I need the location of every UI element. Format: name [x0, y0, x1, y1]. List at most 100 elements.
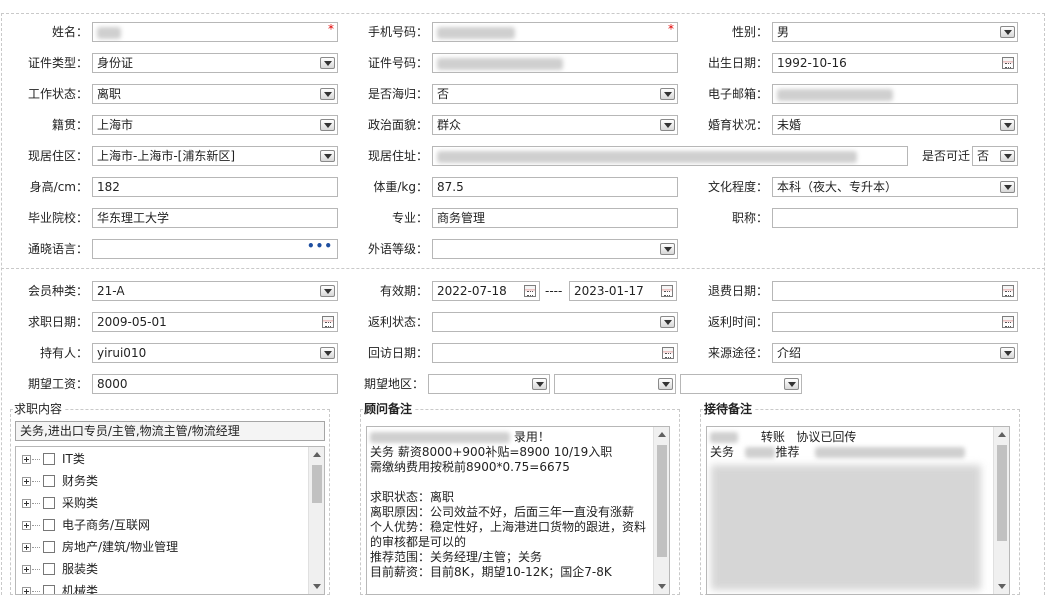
- chevron-down-icon[interactable]: [1000, 347, 1015, 359]
- valid-period-label: 有效期：: [379, 284, 428, 298]
- relocate-select[interactable]: 否: [972, 146, 1018, 166]
- native-place-select[interactable]: 上海市: [92, 115, 338, 135]
- chevron-down-icon[interactable]: [320, 57, 335, 69]
- chevron-down-icon[interactable]: [660, 316, 675, 328]
- checkbox[interactable]: [43, 475, 55, 487]
- email-input[interactable]: [772, 84, 1018, 104]
- id-type-select[interactable]: 身份证: [92, 53, 338, 73]
- checkbox[interactable]: [43, 563, 55, 575]
- scroll-up-icon[interactable]: [658, 432, 666, 437]
- work-status-select[interactable]: 离职: [92, 84, 338, 104]
- scroll-down-icon[interactable]: [658, 584, 666, 589]
- scroll-down-icon[interactable]: [313, 584, 321, 589]
- language-input[interactable]: •••: [92, 239, 338, 259]
- more-options-icon[interactable]: •••: [307, 240, 333, 255]
- weight-input[interactable]: 87.5: [432, 177, 678, 197]
- work-status-label: 工作状态：: [27, 87, 88, 101]
- checkbox[interactable]: [43, 453, 55, 465]
- chevron-down-icon[interactable]: [660, 243, 675, 255]
- chevron-down-icon[interactable]: [532, 378, 547, 390]
- calendar-icon[interactable]: [524, 285, 536, 297]
- member-type-select[interactable]: 21-A: [92, 281, 338, 301]
- id-number-input[interactable]: [432, 53, 678, 73]
- checkbox[interactable]: [43, 541, 55, 553]
- region-province-select[interactable]: [428, 374, 550, 394]
- valid-to-input[interactable]: 2023-01-17: [569, 281, 677, 301]
- chevron-down-icon[interactable]: [658, 378, 673, 390]
- visit-date-input[interactable]: [432, 343, 678, 363]
- name-input[interactable]: *: [92, 22, 338, 42]
- reception-scrollbar[interactable]: [993, 427, 1009, 594]
- expand-icon[interactable]: [22, 477, 31, 486]
- chevron-down-icon[interactable]: [1000, 119, 1015, 131]
- gender-select[interactable]: 男: [772, 22, 1018, 42]
- region-city-select[interactable]: [554, 374, 676, 394]
- rebate-time-input[interactable]: [772, 312, 1018, 332]
- expand-icon[interactable]: [22, 543, 31, 552]
- advisor-remark-textarea[interactable]: 录用！ 关务 薪资8000+900补贴=8900 10/19入职 需缴纳费用按税…: [366, 426, 670, 595]
- email-label: 电子邮箱：: [707, 87, 768, 101]
- chevron-down-icon[interactable]: [660, 88, 675, 100]
- holder-select[interactable]: yirui010: [92, 343, 338, 363]
- checkbox[interactable]: [43, 519, 55, 531]
- chevron-down-icon[interactable]: [1000, 181, 1015, 193]
- calendar-icon[interactable]: [1002, 285, 1014, 297]
- refund-date-input[interactable]: [772, 281, 1018, 301]
- reception-remark-textarea[interactable]: 转账 协议已回传 关务 推荐: [706, 426, 1010, 595]
- chevron-down-icon[interactable]: [320, 347, 335, 359]
- visit-date-label: 回访日期：: [367, 346, 428, 360]
- overseas-select[interactable]: 否: [432, 84, 678, 104]
- marital-select[interactable]: 未婚: [772, 115, 1018, 135]
- region-district-select[interactable]: [680, 374, 802, 394]
- chevron-down-icon[interactable]: [1000, 26, 1015, 38]
- scroll-down-icon[interactable]: [998, 584, 1006, 589]
- chevron-down-icon[interactable]: [320, 88, 335, 100]
- job-category-tree[interactable]: IT类 财务类 采购类 电子商务/互联网 房地产/建筑/物业管理 服装类 机械类: [15, 446, 325, 595]
- checkbox[interactable]: [43, 585, 55, 594]
- chevron-down-icon[interactable]: [660, 119, 675, 131]
- calendar-icon[interactable]: [1002, 316, 1014, 328]
- foreign-level-select[interactable]: [432, 239, 678, 259]
- current-area-select[interactable]: 上海市-上海市-[浦东新区]: [92, 146, 338, 166]
- birth-date-input[interactable]: 1992-10-16: [772, 53, 1018, 73]
- scroll-up-icon[interactable]: [998, 432, 1006, 437]
- valid-from-input[interactable]: 2022-07-18: [432, 281, 540, 301]
- expand-icon[interactable]: [22, 521, 31, 530]
- rebate-time-label: 返利时间：: [707, 315, 768, 329]
- chevron-down-icon[interactable]: [320, 150, 335, 162]
- chevron-down-icon[interactable]: [784, 378, 799, 390]
- chevron-down-icon[interactable]: [320, 285, 335, 297]
- expand-icon[interactable]: [22, 455, 31, 464]
- scroll-thumb[interactable]: [657, 445, 667, 557]
- political-select[interactable]: 群众: [432, 115, 678, 135]
- rebate-status-label: 返利状态：: [367, 315, 428, 329]
- scroll-thumb[interactable]: [997, 445, 1007, 541]
- expand-icon[interactable]: [22, 499, 31, 508]
- school-input[interactable]: 华东理工大学: [92, 208, 338, 228]
- education-select[interactable]: 本科（夜大、专升本）: [772, 177, 1018, 197]
- calendar-icon[interactable]: [1002, 57, 1014, 69]
- calendar-icon[interactable]: [322, 316, 334, 328]
- advisor-scrollbar[interactable]: [653, 427, 669, 594]
- calendar-icon[interactable]: [662, 347, 674, 359]
- expand-icon[interactable]: [22, 587, 31, 594]
- height-input[interactable]: 182: [92, 177, 338, 197]
- tree-scrollbar[interactable]: [308, 447, 324, 594]
- source-select[interactable]: 介绍: [772, 343, 1018, 363]
- scroll-up-icon[interactable]: [313, 452, 321, 457]
- calendar-icon[interactable]: [661, 285, 673, 297]
- foreign-level-label: 外语等级：: [367, 242, 428, 256]
- current-address-input[interactable]: [432, 146, 908, 166]
- checkbox[interactable]: [43, 497, 55, 509]
- expand-icon[interactable]: [22, 565, 31, 574]
- chevron-down-icon[interactable]: [1000, 150, 1015, 162]
- job-date-input[interactable]: 2009-05-01: [92, 312, 338, 332]
- scroll-thumb[interactable]: [312, 465, 322, 503]
- current-area-label: 现居住区：: [27, 149, 88, 163]
- phone-input[interactable]: *: [432, 22, 678, 42]
- expected-salary-input[interactable]: 8000: [92, 374, 338, 394]
- major-input[interactable]: 商务管理: [432, 208, 678, 228]
- job-title-input[interactable]: [772, 208, 1018, 228]
- chevron-down-icon[interactable]: [320, 119, 335, 131]
- rebate-status-select[interactable]: [432, 312, 678, 332]
